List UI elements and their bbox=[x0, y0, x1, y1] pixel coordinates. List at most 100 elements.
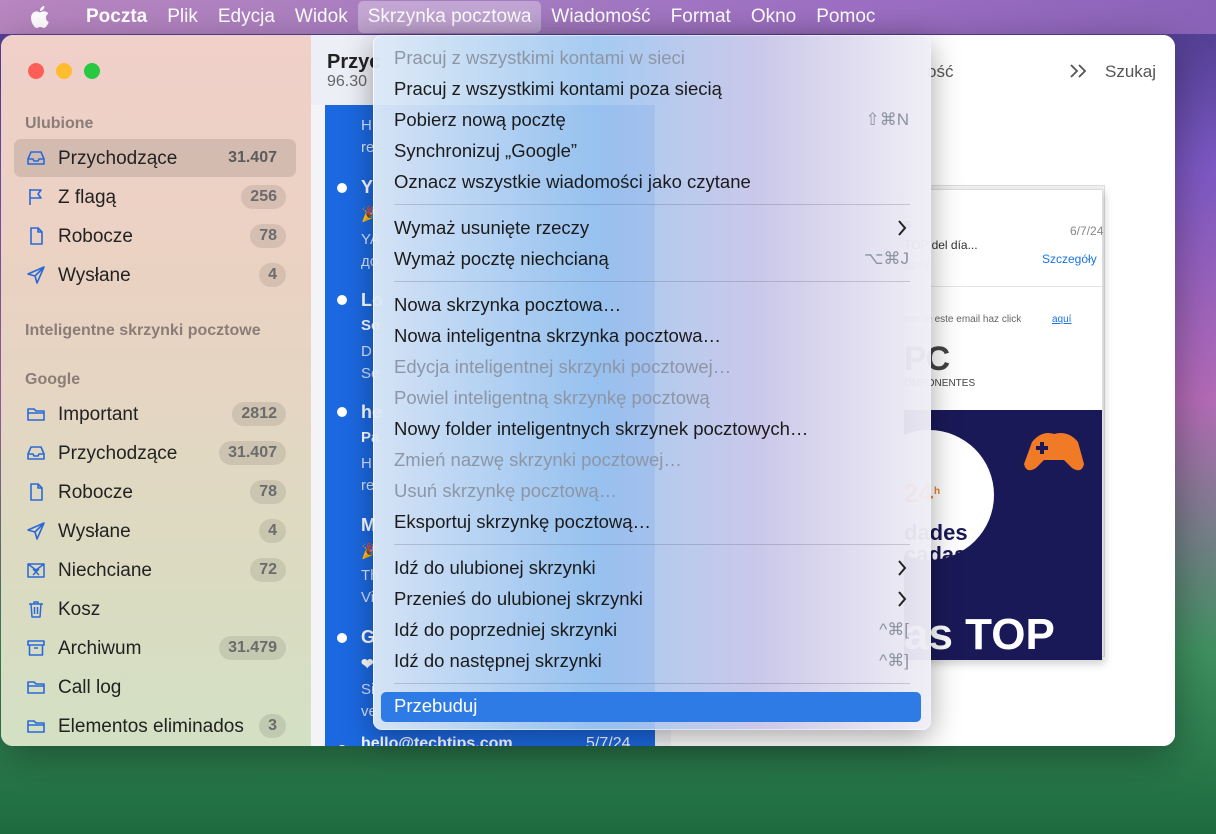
sidebar-item-label: Robocze bbox=[58, 226, 133, 247]
menu-item-sync-google[interactable]: Synchronizuj „Google” bbox=[381, 137, 921, 167]
menu-poczta[interactable]: Poczta bbox=[76, 1, 157, 33]
menu-item-new-mailbox[interactable]: Nowa skrzynka pocztowa… bbox=[381, 291, 921, 321]
details-link[interactable]: Szczegóły bbox=[1042, 252, 1097, 266]
menu-item-label: Usuń skrzynkę pocztową… bbox=[394, 480, 618, 501]
menu-item-erase-junk[interactable]: Wymaż pocztę niechcianą ⌥⌘J bbox=[381, 245, 921, 275]
paperplane-icon bbox=[27, 266, 45, 284]
sidebar-item-label: Wysłane bbox=[58, 265, 131, 286]
sidebar-item-label: Important bbox=[58, 404, 139, 425]
menu-plik[interactable]: Plik bbox=[157, 1, 208, 33]
unread-dot-icon bbox=[337, 633, 347, 643]
submenu-chevron-icon bbox=[898, 220, 907, 236]
submenu-chevron-icon bbox=[898, 591, 907, 607]
apple-logo-icon[interactable] bbox=[28, 5, 50, 29]
sidebar-item-label: Kosz bbox=[58, 599, 101, 620]
sidebar-item-google-przychodzace[interactable]: Przychodzące 31.407 bbox=[14, 434, 296, 472]
folder-icon bbox=[27, 720, 45, 733]
zoom-window-button[interactable] bbox=[84, 63, 100, 79]
sidebar-item-kosz[interactable]: Kosz bbox=[14, 590, 296, 628]
menu-item-label: Oznacz wszystkie wiadomości jako czytane bbox=[394, 171, 751, 192]
menu-item-label: Przenieś do ulubionej skrzynki bbox=[394, 588, 643, 609]
minimize-window-button[interactable] bbox=[56, 63, 72, 79]
menu-item-edit-smart-mailbox: Edycja inteligentnej skrzynki pocztowej… bbox=[381, 353, 921, 383]
menu-item-new-smart-folder[interactable]: Nowy folder inteligentnych skrzynek pocz… bbox=[381, 415, 921, 445]
message-sender: Y bbox=[361, 177, 374, 197]
menu-separator bbox=[394, 281, 910, 282]
toolbar-overflow-chevron-icon[interactable] bbox=[1069, 63, 1089, 79]
sidebar-item-label: Elementos eliminados bbox=[58, 716, 244, 737]
keyboard-shortcut: ^⌘] bbox=[879, 651, 909, 670]
menu-item-label: Wymaż usunięte rzeczy bbox=[394, 217, 590, 238]
sidebar-item-google-robocze[interactable]: Robocze 78 bbox=[14, 473, 296, 511]
menu-wiadomosc[interactable]: Wiadomość bbox=[541, 1, 660, 33]
inbox-icon bbox=[27, 446, 45, 460]
junk-icon bbox=[27, 563, 45, 578]
menu-item-erase-deleted[interactable]: Wymaż usunięte rzeczy bbox=[381, 214, 921, 244]
sidebar-item-wyslane[interactable]: Wysłane 4 bbox=[14, 256, 296, 294]
preview-date: 6/7/24 bbox=[1070, 224, 1104, 238]
menu-item-label: Idź do poprzedniej skrzynki bbox=[394, 619, 618, 640]
menu-item-export-mailbox[interactable]: Eksportuj skrzynkę pocztową… bbox=[381, 508, 921, 538]
menu-widok[interactable]: Widok bbox=[285, 1, 358, 33]
unread-dot-icon bbox=[337, 407, 347, 417]
sidebar-item-label: Przychodzące bbox=[58, 148, 178, 169]
sidebar-item-przychodzace[interactable]: Przychodzące 31.407 bbox=[14, 139, 296, 177]
close-window-button[interactable] bbox=[28, 63, 44, 79]
sidebar-item-archiwum[interactable]: Archiwum 31.479 bbox=[14, 629, 296, 667]
flag-icon bbox=[29, 189, 42, 205]
count-badge: 2812 bbox=[232, 402, 286, 426]
menu-item-rename-mailbox: Zmień nazwę skrzynki pocztowej… bbox=[381, 446, 921, 476]
menu-item-work-offline[interactable]: Pracuj z wszystkimi kontami poza siecią bbox=[381, 75, 921, 105]
sidebar-item-google-wyslane[interactable]: Wysłane 4 bbox=[14, 512, 296, 550]
menu-pomoc[interactable]: Pomoc bbox=[806, 1, 885, 33]
gamepad-icon bbox=[1024, 433, 1084, 471]
unread-dot-icon bbox=[337, 295, 347, 305]
menu-item-label: Idź do ulubionej skrzynki bbox=[394, 557, 596, 578]
menu-item-label: Idź do następnej skrzynki bbox=[394, 650, 602, 671]
sidebar-item-call-log[interactable]: Call log bbox=[14, 668, 296, 706]
menu-item-go-previous[interactable]: Idź do poprzedniej skrzynki ^⌘[ bbox=[381, 616, 921, 646]
count-badge: 31.479 bbox=[219, 636, 286, 660]
count-badge: 78 bbox=[250, 480, 286, 504]
message-subject: ❤ bbox=[361, 656, 374, 673]
menu-item-new-smart-mailbox[interactable]: Nowa inteligentna skrzynka pocztowa… bbox=[381, 322, 921, 352]
menu-format[interactable]: Format bbox=[661, 1, 741, 33]
count-badge: 72 bbox=[250, 558, 286, 582]
sidebar-item-niechciane[interactable]: Niechciane 72 bbox=[14, 551, 296, 589]
smart-mailboxes-header[interactable]: Inteligentne skrzynki pocztowe bbox=[25, 322, 261, 340]
menu-item-work-online: Pracuj z wszystkimi kontami w sieci bbox=[381, 44, 921, 74]
menu-item-label: Synchronizuj „Google” bbox=[394, 140, 578, 161]
sidebar-item-label: Niechciane bbox=[58, 560, 152, 581]
menu-item-move-to-favorite[interactable]: Przenieś do ulubionej skrzynki bbox=[381, 585, 921, 615]
inbox-icon bbox=[27, 151, 45, 165]
favorites-header: Ulubione bbox=[25, 115, 94, 132]
message-preview-card[interactable]: s 6/7/24 TOP del día... Szczegóły azev m… bbox=[864, 189, 1104, 661]
mailbox-dropdown-menu: Pracuj z wszystkimi kontami w sieci Prac… bbox=[373, 35, 931, 730]
sidebar-item-z-flaga[interactable]: Z flagą 256 bbox=[14, 178, 296, 216]
sidebar-item-important[interactable]: Important 2812 bbox=[14, 395, 296, 433]
sidebar-item-robocze[interactable]: Robocze 78 bbox=[14, 217, 296, 255]
menu-okno[interactable]: Okno bbox=[741, 1, 806, 33]
message-count: 96.30 bbox=[327, 73, 368, 90]
menu-item-label: Pracuj z wszystkimi kontami poza siecią bbox=[394, 78, 722, 99]
count-badge: 4 bbox=[259, 519, 286, 543]
menu-item-go-to-favorite[interactable]: Idź do ulubionej skrzynki bbox=[381, 554, 921, 584]
menu-item-get-new-mail[interactable]: Pobierz nową pocztę ⇧⌘N bbox=[381, 106, 921, 136]
menu-item-label: Nowa skrzynka pocztowa… bbox=[394, 294, 622, 315]
menu-separator bbox=[394, 683, 910, 684]
google-header[interactable]: Google bbox=[25, 371, 80, 389]
search-label[interactable]: Szukaj bbox=[1105, 62, 1156, 82]
menu-edycja[interactable]: Edycja bbox=[208, 1, 285, 33]
sidebar: Ulubione Przychodzące 31.407 Z flagą 256… bbox=[1, 35, 311, 746]
sidebar-item-elementos-eliminados[interactable]: Elementos eliminados 3 bbox=[14, 707, 296, 745]
menu-item-mark-all-read[interactable]: Oznacz wszystkie wiadomości jako czytane bbox=[381, 168, 921, 198]
keyboard-shortcut: ⌥⌘J bbox=[863, 249, 909, 268]
menu-skrzynka-pocztowa[interactable]: Skrzynka pocztowa bbox=[357, 1, 542, 33]
menu-item-go-next[interactable]: Idź do następnej skrzynki ^⌘] bbox=[381, 647, 921, 677]
folder-icon bbox=[27, 681, 45, 694]
sidebar-item-label: Przychodzące bbox=[58, 443, 178, 464]
menu-item-rebuild[interactable]: Przebuduj bbox=[381, 692, 921, 722]
count-badge: 78 bbox=[250, 224, 286, 248]
menu-separator bbox=[394, 204, 910, 205]
unsubscribe-link[interactable]: aquí bbox=[1052, 314, 1071, 325]
